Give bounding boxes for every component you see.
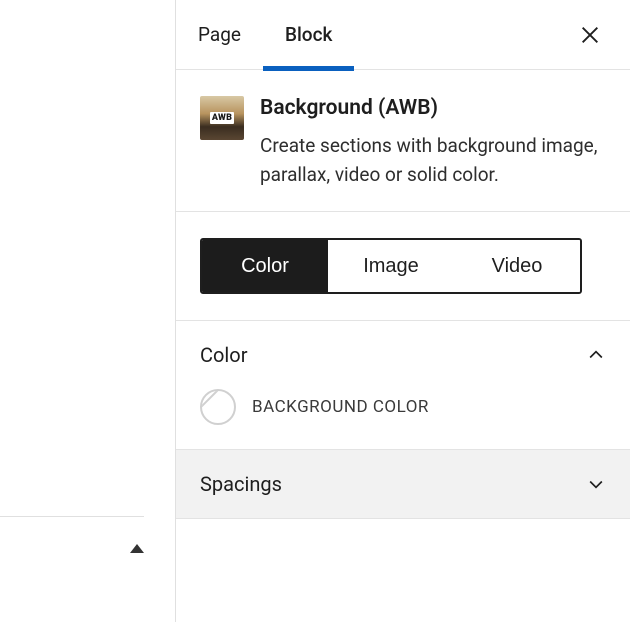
block-description: Create sections with background image, p… [260,132,606,189]
background-color-label: BACKGROUND COLOR [252,397,429,417]
segmented-control: Color Image Video [200,238,582,294]
close-icon [579,24,601,46]
background-type-switch: Color Image Video [176,212,630,321]
block-plugin-icon: AWB [200,96,244,140]
block-header: AWB Background (AWB) Create sections wit… [176,70,630,212]
chevron-down-icon [586,474,606,494]
block-title: Background (AWB) [260,96,606,120]
collapse-up-icon[interactable] [130,544,144,553]
awb-badge: AWB [210,112,234,124]
type-option-color[interactable]: Color [202,240,328,292]
section-color-title: Color [200,343,247,367]
section-spacings-header[interactable]: Spacings [176,450,630,518]
close-sidebar-button[interactable] [566,11,614,59]
tab-page[interactable]: Page [176,0,263,70]
block-header-text: Background (AWB) Create sections with ba… [260,96,606,189]
section-spacings: Spacings [176,450,630,519]
sidebar-tabs: Page Block [176,0,630,70]
section-color: Color BACKGROUND COLOR [176,321,630,450]
background-color-swatch[interactable] [200,389,236,425]
section-spacings-title: Spacings [200,472,282,496]
gutter-divider [0,516,144,517]
tab-block[interactable]: Block [263,0,354,70]
type-option-video[interactable]: Video [454,240,580,292]
sidebar-panel: Page Block AWB Background (AWB) Create s… [176,0,630,519]
section-color-body: BACKGROUND COLOR [176,389,630,449]
editor-gutter [0,0,176,622]
chevron-up-icon [586,345,606,365]
type-option-image[interactable]: Image [328,240,454,292]
section-color-header[interactable]: Color [176,321,630,389]
